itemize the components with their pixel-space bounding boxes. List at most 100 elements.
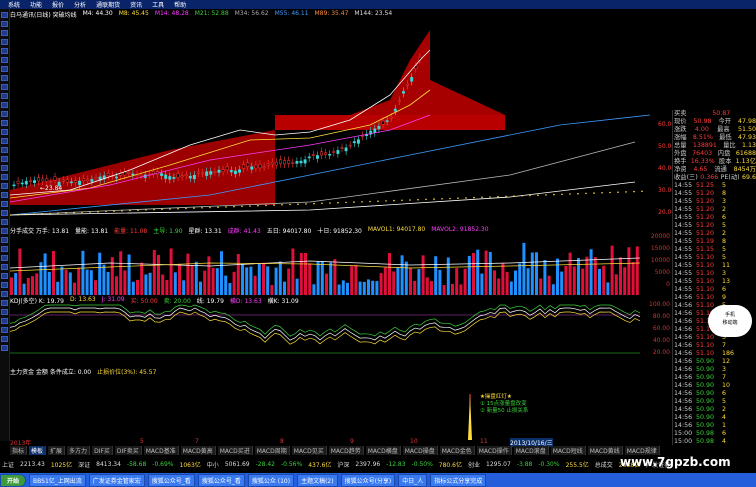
- tool-icon[interactable]: [1, 66, 8, 72]
- tick-cell: 8: [722, 238, 727, 245]
- tool-icon[interactable]: [1, 264, 8, 270]
- taskbar-button[interactable]: 搜狐公众号_看: [147, 473, 195, 487]
- taskbar-button[interactable]: 搜狐公众 (10): [247, 473, 295, 487]
- tab-item[interactable]: MACD横盘: [365, 446, 401, 455]
- tool-icon[interactable]: [1, 228, 8, 234]
- tab-item[interactable]: MACD滚盘: [513, 446, 549, 455]
- taskbar-button[interactable]: 广发证券金管家宏: [88, 473, 145, 487]
- volume-bar: [131, 281, 135, 295]
- tool-icon[interactable]: [1, 345, 8, 351]
- ma-dot: [305, 203, 307, 205]
- tool-icon[interactable]: [1, 120, 8, 126]
- tool-icon[interactable]: [1, 75, 8, 81]
- taskbar-button[interactable]: BBS1亿_上网出流: [29, 473, 86, 487]
- tool-icon[interactable]: [1, 201, 8, 207]
- tool-icon[interactable]: [1, 210, 8, 216]
- volume-bar: [572, 266, 576, 295]
- start-button[interactable]: 开始: [0, 473, 27, 487]
- tool-icon[interactable]: [1, 318, 8, 324]
- taskbar-button[interactable]: 中日_人: [398, 473, 428, 487]
- volume-bar: [518, 263, 522, 295]
- tick-cell: 51.20: [696, 206, 715, 213]
- tab-item[interactable]: MACD规律: [624, 446, 660, 455]
- windows-taskbar[interactable]: 开始 BBS1亿_上网出流 广发证券金管家宏 搜狐公众号_看 搜狐公众号_看 搜狐公众 (…: [0, 473, 756, 487]
- tool-icon[interactable]: [1, 282, 8, 288]
- tool-icon[interactable]: [1, 39, 8, 45]
- tab-item[interactable]: 多方力: [67, 446, 91, 455]
- sub-chart-axis: 20000 15000 10000 5000 0 100.00 80.00 60.00 40.0…: [640, 233, 672, 438]
- tool-icon[interactable]: [1, 192, 8, 198]
- candle: [168, 176, 172, 180]
- volume-bar: [186, 253, 190, 295]
- menu-item-1[interactable]: 功能: [30, 0, 42, 9]
- tool-icon[interactable]: [1, 111, 8, 117]
- tool-icon[interactable]: [1, 291, 8, 297]
- candlestick-chart[interactable]: ←23.8460.0050.0040.0030.0020.00: [10, 20, 674, 220]
- tool-icon[interactable]: [1, 12, 8, 18]
- tool-icon[interactable]: [1, 300, 8, 306]
- tool-icon[interactable]: [1, 219, 8, 225]
- tab-item[interactable]: MACD金色: [439, 446, 475, 455]
- tab-item[interactable]: MACD基准: [143, 446, 179, 455]
- tool-icon[interactable]: [1, 273, 8, 279]
- taskbar-button[interactable]: 指标公式分享完成: [430, 473, 487, 487]
- tool-icon[interactable]: [1, 93, 8, 99]
- tool-icon[interactable]: [1, 30, 8, 36]
- kdj-j-line: [10, 304, 640, 337]
- tab-item[interactable]: MACD黄高: [180, 446, 216, 455]
- tab-item[interactable]: MACD黄线: [587, 446, 623, 455]
- tab-item[interactable]: MACD周期: [254, 446, 290, 455]
- tab-item[interactable]: 扩展: [48, 446, 66, 455]
- taskbar-button[interactable]: 搜狐公众号(分享): [340, 473, 396, 487]
- candle: [332, 151, 336, 153]
- tool-icon[interactable]: [1, 246, 8, 252]
- tool-icon[interactable]: [1, 156, 8, 162]
- menu-item-7[interactable]: 帮助: [174, 0, 186, 9]
- tool-icon[interactable]: [1, 183, 8, 189]
- ma-dot: [537, 194, 539, 196]
- tool-icon[interactable]: [1, 336, 8, 342]
- kdj-chart[interactable]: [10, 303, 640, 365]
- tool-icon[interactable]: [1, 255, 8, 261]
- tab-item[interactable]: 模板: [29, 446, 47, 455]
- tool-icon[interactable]: [1, 138, 8, 144]
- taskbar-button[interactable]: 搜狐公众号_看: [197, 473, 245, 487]
- volume-bar: [547, 275, 551, 295]
- menu-item-4[interactable]: 通联期货: [96, 0, 120, 9]
- tool-icon[interactable]: [1, 237, 8, 243]
- tool-icon[interactable]: [1, 102, 8, 108]
- tool-icon[interactable]: [1, 327, 8, 333]
- candle: [176, 173, 180, 178]
- tab-item[interactable]: MACD趋势: [328, 446, 364, 455]
- menu-item-0[interactable]: 系统: [8, 0, 20, 9]
- tab-item[interactable]: MACD操盘: [402, 446, 438, 455]
- tool-icon[interactable]: [1, 129, 8, 135]
- taskbar-button[interactable]: 主题文稿(2): [297, 473, 338, 487]
- tool-icon[interactable]: [1, 57, 8, 63]
- tab-item[interactable]: MACD短线: [550, 446, 586, 455]
- menu-item-6[interactable]: 工具: [152, 0, 164, 9]
- volume-bar: [316, 261, 320, 295]
- tool-icon[interactable]: [1, 21, 8, 27]
- tool-icon[interactable]: [1, 84, 8, 90]
- tab-item[interactable]: MACD操作: [476, 446, 512, 455]
- tool-icon[interactable]: [1, 309, 8, 315]
- menu-item-3[interactable]: 分析: [74, 0, 86, 9]
- indicator-chart[interactable]: ★操盘红灯★① 15点涨量盘改变② 新量50 止损关系: [10, 374, 640, 440]
- volume-bar: [123, 270, 127, 295]
- indicator-tabs[interactable]: 指标 模板 扩展 多方力 DIF买 DIF卖买 MACD基准 MACD黄高 MACD买进 MACD…: [10, 446, 660, 455]
- tab-item[interactable]: 指标: [10, 446, 28, 455]
- status-item: 255.5亿: [565, 462, 589, 469]
- volume-chart[interactable]: [10, 233, 640, 295]
- tool-icon[interactable]: [1, 147, 8, 153]
- menu-item-5[interactable]: 资讯: [130, 0, 142, 9]
- tab-item[interactable]: MACD见买: [291, 446, 327, 455]
- tool-icon[interactable]: [1, 48, 8, 54]
- tool-icon[interactable]: [1, 165, 8, 171]
- tab-item[interactable]: DIF卖买: [114, 446, 142, 455]
- tool-icon[interactable]: [1, 174, 8, 180]
- tab-item[interactable]: MACD买进: [217, 446, 253, 455]
- menu-item-2[interactable]: 报价: [52, 0, 64, 9]
- tab-item[interactable]: DIF买: [92, 446, 113, 455]
- floating-widget[interactable]: 手机 移动端: [708, 305, 752, 337]
